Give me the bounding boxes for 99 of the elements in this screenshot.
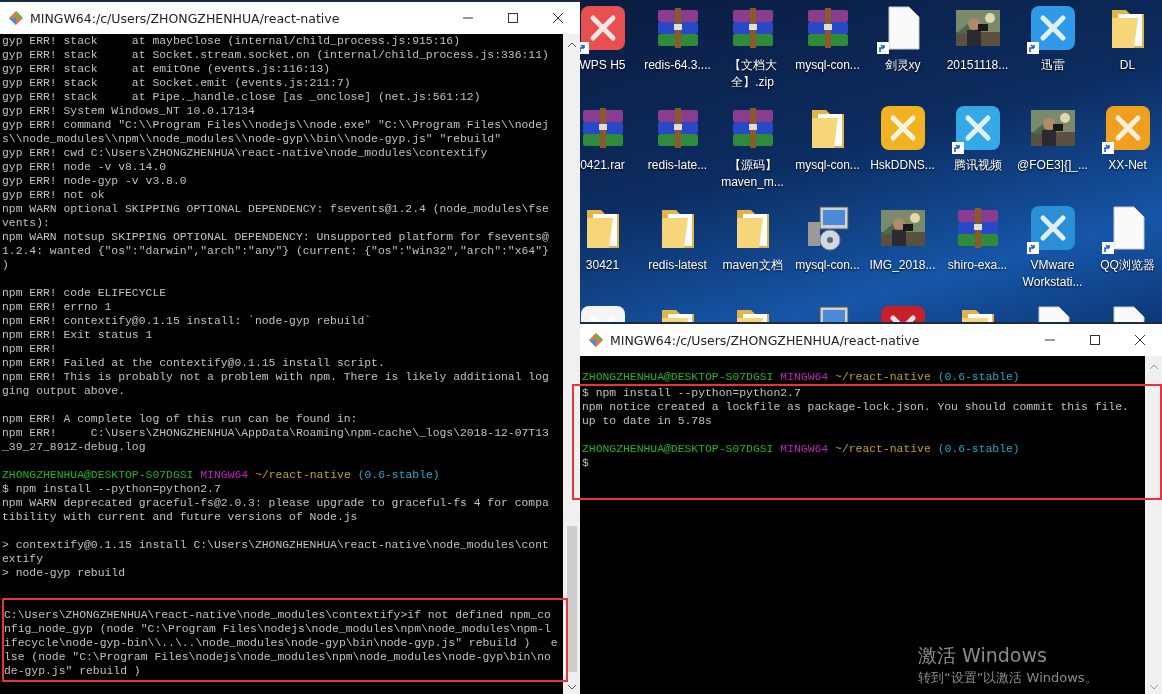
terminal-line: lse (node "C:\Program Files\nodejs\node_modules\npm\node_modules\node-gyp\bin\no <box>4 650 552 664</box>
prompt-path: ~/react-native <box>255 468 351 482</box>
icon-label: DL <box>1118 57 1137 74</box>
prompt-branch: (0.6-stable) <box>357 468 440 482</box>
prompt-path: ~/react-native <box>835 442 931 456</box>
icon-label: WPS H5 <box>580 57 627 74</box>
terminal-line: tibility with current and future versions of Node.js <box>2 510 359 524</box>
app-icon[interactable] <box>953 104 1002 152</box>
prompt-branch: (0.6-stable) <box>937 442 1020 456</box>
terminal-line: npm notice created a lockfile as package-lock.json. You should commit this file. <box>582 400 1130 414</box>
terminal-line: de-gyp.js" rebuild ) <box>4 664 142 678</box>
app-icon[interactable] <box>580 4 627 52</box>
terminal-line: gyp ERR! stack at emitOne (events.js:116:13) <box>2 62 332 76</box>
terminal-line: gyp ERR! node -v v8.14.0 <box>2 160 168 174</box>
terminal-line: ging output above. <box>2 384 127 398</box>
terminal-line: ) <box>2 258 10 272</box>
icon-label: VMware Workstati... <box>1021 257 1084 291</box>
prompt-shell: MINGW64 <box>780 442 829 456</box>
window-title: MINGW64:/c/Users/ZHONGZHENHUA/react-native <box>30 10 340 26</box>
terminal-line: up to date in 5.78s <box>582 414 713 428</box>
terminal-line: $ npm install --python=python2.7 <box>2 482 222 496</box>
terminal-line: gyp ERR! command "C:\\Program Files\\nodejs\\node.exe" "C:\\Program Files\\nodej <box>2 118 550 132</box>
chevron-up-icon[interactable] <box>566 42 577 48</box>
terminal-line: npm WARN optional SKIPPING OPTIONAL DEPENDENCY: fsevents@1.2.4 (node_modules\fse <box>2 202 550 216</box>
terminal-line: 1.2.4: wanted {"os":"darwin","arch":"any"} (current: {"os":"win32","arch":"x64"} <box>2 244 550 258</box>
terminal-line: npm ERR! errno 1 <box>2 300 113 314</box>
terminal-line: ifecycle\node-gyp-bin\\..\..\node_modules\node-gyp\bin\node-gyp.js" rebuild ) e <box>4 636 559 650</box>
prompt-user: ZHONGZHENHUA@DESKTOP-S07DGSI <box>582 370 774 384</box>
scrollbar-thumb[interactable] <box>566 526 577 672</box>
maximize-icon[interactable] <box>1088 334 1101 346</box>
terminal-line: npm ERR! Exit status 1 <box>2 328 154 342</box>
icon-label: maven文档 <box>721 257 784 274</box>
app-icon[interactable] <box>1103 104 1152 152</box>
close-icon[interactable] <box>551 12 564 24</box>
icon-label: redis-64.3.... <box>643 57 712 74</box>
close-icon[interactable] <box>1133 334 1146 346</box>
icon-label: 腾讯视频 <box>952 157 1003 174</box>
terminal-line: > node-gyp rebuild <box>2 566 127 580</box>
icon-label: mysql-con... <box>794 157 861 174</box>
diamond-icon <box>8 10 24 26</box>
scrollbar[interactable] <box>563 34 580 694</box>
terminal-line: > contextify@0.1.15 install C:\Users\ZHONGZHENHUA\react-native\node_modules\cont <box>2 538 550 552</box>
icon-label: 20151118... <box>945 57 1010 74</box>
prompt-user: ZHONGZHENHUA@DESKTOP-S07DGSI <box>582 442 774 456</box>
icon-label: 0421.rar <box>580 157 626 174</box>
prompt-user: ZHONGZHENHUA@DESKTOP-S07DGSI <box>2 468 194 482</box>
icon-label: HskDDNS... <box>869 157 936 174</box>
terminal-line: npm ERR! code ELIFECYCLE <box>2 286 168 300</box>
icon-label: 剑灵xy <box>883 57 922 74</box>
icon-label: @FOE3]{]_... <box>1016 157 1089 174</box>
prompt-shell: MINGW64 <box>200 468 249 482</box>
terminal-line: gyp ERR! cwd C:\Users\ZHONGZHENHUA\react-native\node_modules\contextify <box>2 146 489 160</box>
app-icon[interactable] <box>878 104 927 152</box>
icon-label: 【文档大全】.zip <box>727 57 778 91</box>
icon-label: redis-late... <box>646 157 709 174</box>
activation-title: 激活 Windows <box>918 643 1048 668</box>
terminal-line: _39_27_891Z-debug.log <box>2 440 147 454</box>
terminal-line: npm ERR! Failed at the contextify@0.1.15 install script. <box>2 356 386 370</box>
terminal-line: npm WARN deprecated graceful-fs@2.0.3: please upgrade to graceful-fs 4 for compa <box>2 496 550 510</box>
terminal-line: npm ERR! This is probably not a problem with npm. There is likely additional log <box>2 370 550 384</box>
terminal-line: npm ERR! contextify@0.1.15 install: `node-gyp rebuild` <box>2 314 373 328</box>
icon-label: 迅雷 <box>1039 57 1066 74</box>
terminal-line: gyp ERR! stack at maybeClose (internal/child_process.js:915:16) <box>2 34 461 48</box>
terminal-line: gyp ERR! System Windows_NT 10.0.17134 <box>2 104 256 118</box>
icon-label: XX-Net <box>1107 157 1148 174</box>
terminal-line: nfig_node_gyp (node "C:\Program Files\nodejs\node_modules\npm\node_modules\npm-l <box>4 622 552 636</box>
terminal-line: gyp ERR! node-gyp -v v3.8.0 <box>2 174 188 188</box>
terminal-line: npm ERR! C:\Users\ZHONGZHENHUA\AppData\Roaming\npm-cache\_logs\2018-12-07T13 <box>2 426 550 440</box>
terminal-line: gyp ERR! not ok <box>2 188 106 202</box>
terminal-line: vents): <box>2 216 51 230</box>
terminal-line: npm ERR! <box>2 342 58 356</box>
app-icon[interactable] <box>1028 204 1077 252</box>
terminal-line: extify <box>2 552 44 566</box>
terminal-line: s\\node_modules\\npm\\node_modules\\node-gyp\\bin\\node-gyp.js" "rebuild" <box>2 132 502 146</box>
window-title: MINGW64:/c/Users/ZHONGZHENHUA/react-native <box>610 332 920 348</box>
prompt-branch: (0.6-stable) <box>937 370 1020 384</box>
terminal-line: $ npm install --python=python2.7 <box>582 386 802 400</box>
diamond-icon <box>588 332 604 348</box>
activation-hint: 转到“设置”以激活 Windows。 <box>918 669 1098 687</box>
icon-label: shiro-exa... <box>946 257 1009 274</box>
terminal-line: gyp ERR! stack at Pipe._handle.close [as _onclose] (net.js:561:12) <box>2 90 482 104</box>
terminal-line: gyp ERR! stack at Socket.stream.socket.on (internal/child_process.js:336:11) <box>2 48 550 62</box>
icon-label: mysql-con... <box>794 57 861 74</box>
maximize-icon[interactable] <box>506 12 519 24</box>
icon-label: QQ浏览器 <box>1099 257 1156 274</box>
prompt-shell: MINGW64 <box>780 370 829 384</box>
icon-label: IMG_2018... <box>868 257 937 274</box>
terminal-line: npm ERR! A complete log of this run can be found in: <box>2 412 359 426</box>
icon-label: mysql-con... <box>794 257 861 274</box>
prompt-path: ~/react-native <box>835 370 931 384</box>
terminal-line: gyp ERR! stack at Socket.emit (events.js:211:7) <box>2 76 352 90</box>
icon-label: redis-latest <box>647 257 708 274</box>
icon-label: 【源码】maven_m... <box>720 157 785 191</box>
chevron-down-icon[interactable] <box>566 684 577 690</box>
icon-label: 30421 <box>584 257 621 274</box>
terminal-line: $ <box>582 456 590 470</box>
app-icon[interactable] <box>1028 4 1077 52</box>
terminal-line: C:\Users\ZHONGZHENHUA\react-native\node_modules\contextify>if not defined npm_co <box>4 608 552 622</box>
terminal-line: npm WARN notsup SKIPPING OPTIONAL DEPENDENCY: Unsupported platform for fsevents@ <box>2 230 550 244</box>
